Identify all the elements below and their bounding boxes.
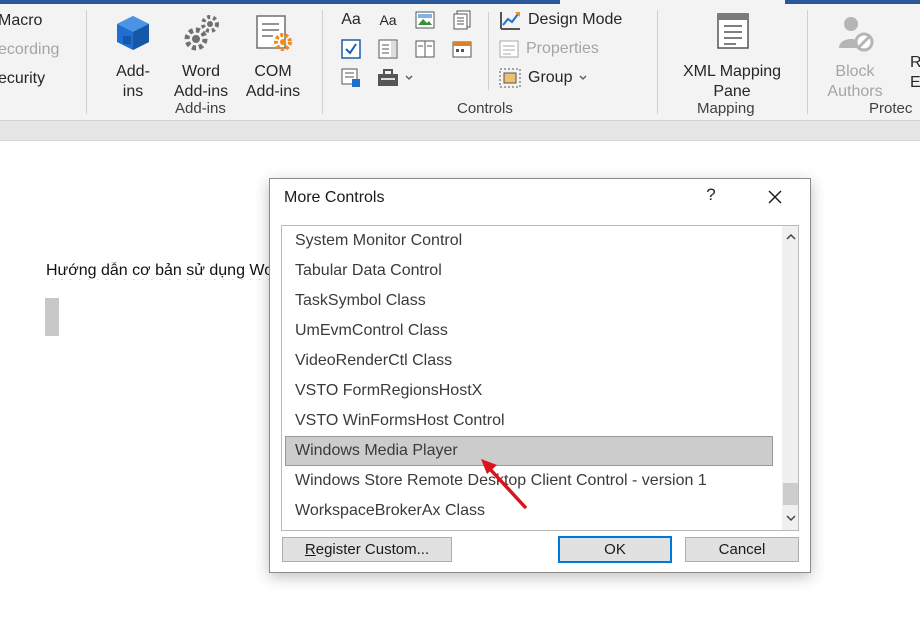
mapping-group-label: Mapping (697, 100, 755, 117)
xml-mapping-pane-label: XML Mapping Pane (682, 63, 782, 100)
list-item[interactable]: Windows Store Remote Desktop Client Cont… (285, 466, 773, 496)
restrict-editing-partial-top[interactable]: R (910, 54, 920, 72)
cancel-button[interactable]: Cancel (685, 537, 799, 562)
properties-button[interactable]: Properties (498, 39, 599, 59)
list-item[interactable]: Tabular Data Control (285, 256, 773, 286)
controls-group-label: Controls (457, 100, 513, 117)
checkbox-content-control-icon[interactable] (340, 39, 362, 59)
word-addins-label: Word Add-ins (173, 63, 229, 100)
chevron-up-icon (785, 233, 796, 240)
block-authors-label: Block Authors (827, 63, 883, 100)
controls-listbox[interactable]: System Monitor Control Tabular Data Cont… (281, 225, 799, 531)
design-mode-icon (500, 12, 520, 30)
picture-content-control-icon[interactable] (414, 10, 436, 30)
ribbon-accent-stripe-right (785, 0, 920, 4)
scrollbar-thumb[interactable] (783, 483, 798, 505)
close-button[interactable] (760, 183, 790, 211)
addins-cube-icon (111, 12, 155, 56)
com-addins-icon (251, 12, 295, 56)
vertical-scrollbar[interactable] (782, 226, 798, 530)
chevron-down-icon (785, 515, 796, 522)
group-separator (807, 10, 808, 114)
ruler-band (0, 121, 920, 141)
text-cursor-block (45, 298, 59, 336)
xml-mapping-icon (710, 12, 754, 56)
block-authors-icon (833, 12, 877, 56)
register-custom-button[interactable]: Register Custom... (282, 537, 452, 562)
com-addins-button[interactable]: COM Add-ins (240, 12, 306, 102)
group-separator (657, 10, 658, 114)
register-custom-accel: R (304, 541, 316, 558)
group-separator (86, 10, 87, 114)
xml-mapping-pane-button[interactable]: XML Mapping Pane (670, 12, 794, 102)
plain-text-content-control-icon[interactable]: Aa (377, 10, 399, 30)
word-addins-button[interactable]: Word Add-ins (168, 12, 234, 102)
gears-icon (179, 12, 223, 56)
more-controls-dialog: More Controls ? System Monitor Control T… (269, 178, 811, 573)
restrict-editing-partial-bottom[interactable]: E (910, 74, 920, 92)
chevron-down-icon (405, 75, 413, 80)
register-custom-label: egister Custom... (315, 541, 430, 558)
macro-security-button-2[interactable]: ecurity (0, 70, 45, 88)
ok-button[interactable]: OK (558, 536, 672, 563)
group-label: Group (528, 69, 573, 86)
protect-group-label: Protec (869, 100, 913, 117)
scroll-down-button[interactable] (782, 509, 798, 527)
properties-icon (499, 40, 519, 58)
chevron-down-icon (580, 75, 587, 80)
macro-security-button[interactable]: Macro (0, 12, 42, 30)
block-authors-button[interactable]: Block Authors (818, 12, 892, 102)
close-icon (768, 190, 782, 204)
com-addins-label: COM Add-ins (245, 63, 301, 100)
building-block-gallery-icon[interactable] (451, 10, 473, 30)
properties-label: Properties (526, 40, 599, 57)
list-item[interactable]: UmEvmControl Class (285, 316, 773, 346)
document-text[interactable]: Hướng dẫn cơ bản sử dụng Word (46, 262, 270, 280)
dialog-title: More Controls (284, 189, 385, 206)
help-button[interactable]: ? (700, 185, 722, 209)
design-mode-button[interactable]: Design Mode (498, 9, 622, 31)
list-item[interactable]: VSTO WinFormsHost Control (285, 406, 773, 436)
combo-box-content-control-icon[interactable] (377, 39, 399, 59)
legacy-tools-icon[interactable] (377, 68, 421, 88)
list-item[interactable]: TaskSymbol Class (285, 286, 773, 316)
list-item-selected[interactable]: Windows Media Player (285, 436, 773, 466)
dropdown-list-content-control-icon[interactable] (414, 39, 436, 59)
addins-label: Add- ins (116, 63, 150, 100)
addins-group-label: Add-ins (175, 100, 226, 117)
rich-text-content-control-icon[interactable]: Aa (340, 10, 362, 30)
group-separator (322, 10, 323, 114)
list-item[interactable]: VSTO FormRegionsHostX (285, 376, 773, 406)
ribbon-accent-stripe (0, 0, 560, 4)
record-macro-button[interactable]: ecording (0, 41, 59, 59)
ribbon: Macro ecording ecurity Add- ins Word Add… (0, 0, 920, 121)
design-mode-label: Design Mode (528, 11, 623, 28)
group-icon (499, 68, 521, 88)
list-item[interactable]: VideoRenderCtl Class (285, 346, 773, 376)
addins-button[interactable]: Add- ins (108, 12, 158, 102)
list-item[interactable]: WorkspaceBrokerAx Class (285, 496, 773, 526)
legacy-forms-icon[interactable] (340, 68, 362, 88)
date-picker-content-control-icon[interactable] (451, 39, 473, 59)
scroll-up-button[interactable] (782, 228, 798, 246)
list-item[interactable]: System Monitor Control (285, 226, 773, 256)
group-button[interactable]: Group (498, 67, 588, 89)
controls-inner-separator (488, 12, 489, 90)
